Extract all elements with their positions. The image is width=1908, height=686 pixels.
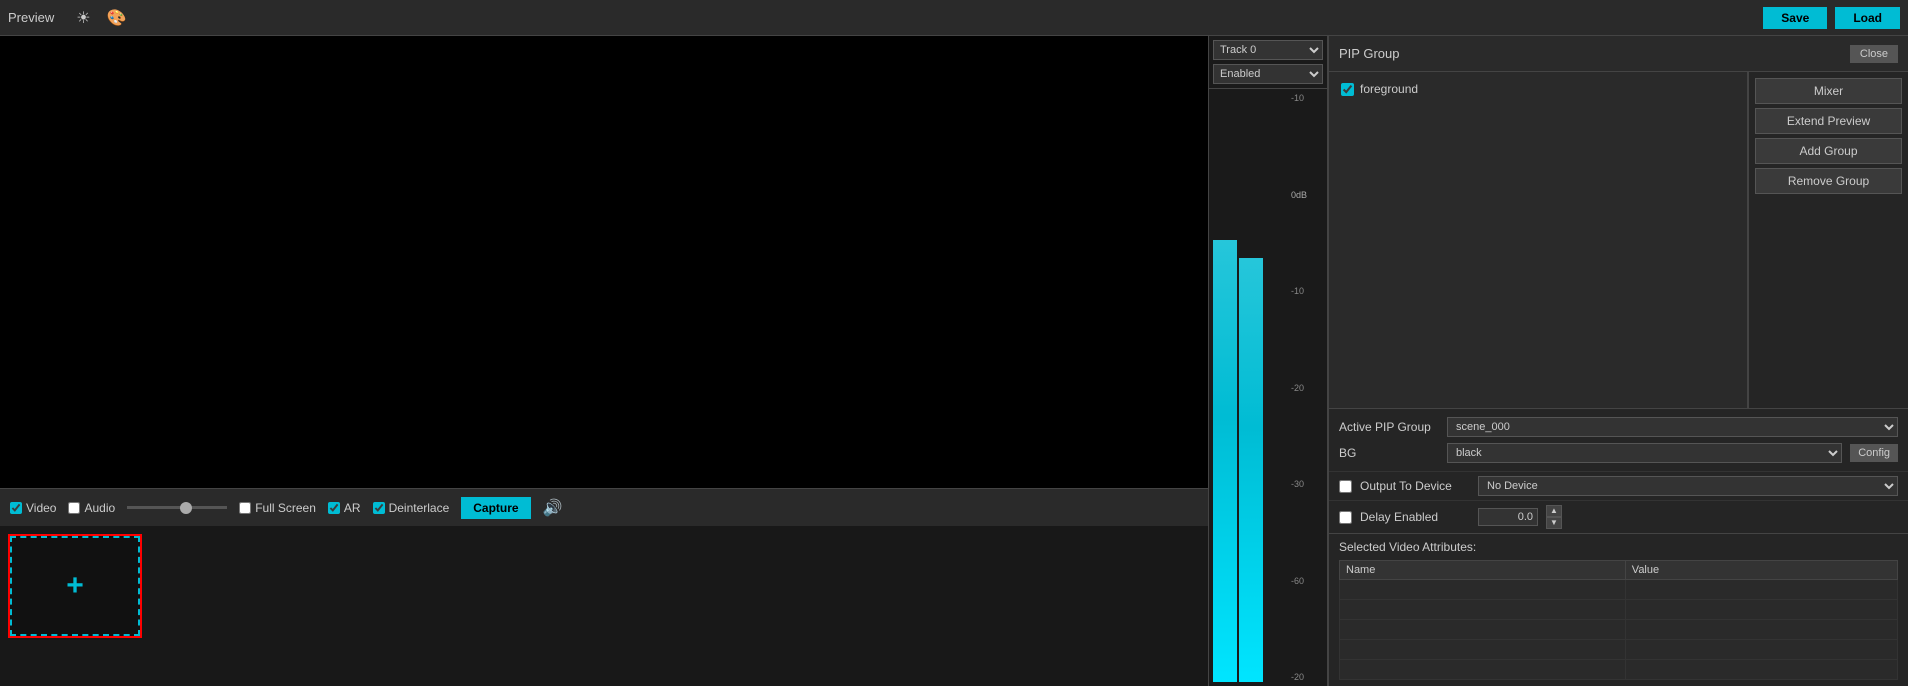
spin-down-button[interactable]: ▼	[1546, 517, 1562, 529]
volume-slider-container	[127, 506, 227, 509]
attr-name-cell	[1340, 660, 1626, 680]
capture-button[interactable]: Capture	[461, 497, 530, 519]
meter-bar-right	[1239, 258, 1263, 682]
ar-checkbox[interactable]	[328, 502, 340, 514]
value-col-header: Value	[1625, 561, 1897, 580]
device-select[interactable]: No Device	[1478, 476, 1898, 496]
thumbnail-area: +	[0, 526, 1208, 686]
pip-group-title: PIP Group	[1339, 46, 1842, 61]
attr-value-cell	[1625, 640, 1897, 660]
db-label-0: 0dB	[1291, 190, 1325, 200]
attr-title: Selected Video Attributes:	[1339, 540, 1898, 554]
audio-checkbox[interactable]	[68, 502, 80, 514]
bg-label: BG	[1339, 446, 1439, 460]
attr-name-cell	[1340, 640, 1626, 660]
fullscreen-label: Full Screen	[255, 501, 316, 515]
deinterlace-label: Deinterlace	[389, 501, 450, 515]
meter-bar-left	[1213, 240, 1237, 682]
attr-value-cell	[1625, 580, 1897, 600]
delay-label: Delay Enabled	[1360, 510, 1470, 524]
active-pip-select[interactable]: scene_000	[1447, 417, 1898, 437]
close-button[interactable]: Close	[1850, 45, 1898, 63]
attr-value-cell	[1625, 620, 1897, 640]
output-checkbox[interactable]	[1339, 480, 1352, 493]
attr-value-cell	[1625, 600, 1897, 620]
table-row	[1340, 660, 1898, 680]
db-label-minus20: -20	[1291, 383, 1325, 393]
enabled-select[interactable]: Enabled	[1213, 64, 1323, 84]
name-col-header: Name	[1340, 561, 1626, 580]
attributes-table: Name Value	[1339, 560, 1898, 680]
remove-group-button[interactable]: Remove Group	[1755, 168, 1902, 194]
pip-header: PIP Group Close	[1329, 36, 1908, 72]
pip-tree: foreground	[1329, 72, 1748, 408]
pip-settings: Active PIP Group scene_000 BG black Conf…	[1329, 408, 1908, 471]
foreground-checkbox[interactable]	[1341, 83, 1354, 96]
db-label-bottom: -20	[1291, 672, 1325, 682]
db-label-top: -10	[1291, 93, 1325, 103]
attr-name-cell	[1340, 600, 1626, 620]
bg-select[interactable]: black	[1447, 443, 1842, 463]
track-select[interactable]: Track 0	[1213, 40, 1323, 60]
audio-meter-area: -10 0dB -10 -20 -30 -60 -20	[1209, 89, 1327, 686]
video-label: Video	[26, 501, 56, 515]
video-preview	[0, 36, 1208, 488]
color-icon[interactable]: 🎨	[103, 6, 131, 30]
brightness-icon[interactable]: ☀	[72, 6, 94, 30]
video-checkbox[interactable]	[10, 502, 22, 514]
audio-label: Audio	[84, 501, 115, 515]
foreground-label: foreground	[1360, 82, 1418, 96]
delay-input[interactable]	[1478, 508, 1538, 526]
fullscreen-checkbox-label[interactable]: Full Screen	[239, 501, 316, 515]
ar-label: AR	[344, 501, 361, 515]
table-row	[1340, 600, 1898, 620]
volume-slider[interactable]	[127, 506, 227, 509]
audio-panel: Track 0 Enabled -10 0dB -10 -20 -30 -60 …	[1208, 36, 1328, 686]
db-label-minus60: -60	[1291, 576, 1325, 586]
top-bar: Preview ☀ 🎨 Save Load	[0, 0, 1908, 36]
plus-icon: +	[66, 569, 84, 603]
add-group-button[interactable]: Add Group	[1755, 138, 1902, 164]
pip-group-panel: PIP Group Close foreground Mixer Extend …	[1328, 36, 1908, 686]
attributes-section: Selected Video Attributes: Name Value	[1329, 533, 1908, 686]
attr-name-cell	[1340, 580, 1626, 600]
config-button[interactable]: Config	[1850, 444, 1898, 462]
table-row	[1340, 580, 1898, 600]
bg-row: BG black Config	[1339, 443, 1898, 463]
table-row	[1340, 640, 1898, 660]
spin-buttons: ▲ ▼	[1546, 505, 1562, 529]
pip-action-col: Mixer Extend Preview Add Group Remove Gr…	[1748, 72, 1908, 408]
deinterlace-checkbox-label[interactable]: Deinterlace	[373, 501, 450, 515]
delay-checkbox[interactable]	[1339, 511, 1352, 524]
spin-up-button[interactable]: ▲	[1546, 505, 1562, 517]
track-select-area: Track 0 Enabled	[1209, 36, 1327, 89]
fullscreen-checkbox[interactable]	[239, 502, 251, 514]
active-pip-label: Active PIP Group	[1339, 420, 1439, 434]
attr-name-cell	[1340, 620, 1626, 640]
app-title: Preview	[8, 10, 54, 25]
audio-checkbox-label[interactable]: Audio	[68, 501, 115, 515]
video-checkbox-label[interactable]: Video	[10, 501, 56, 515]
table-row	[1340, 620, 1898, 640]
extend-preview-button[interactable]: Extend Preview	[1755, 108, 1902, 134]
mixer-button[interactable]: Mixer	[1755, 78, 1902, 104]
pip-tree-item: foreground	[1337, 80, 1739, 98]
ar-checkbox-label[interactable]: AR	[328, 501, 361, 515]
attr-value-cell	[1625, 660, 1897, 680]
left-panel: Video Audio Full Screen AR Deinterlace C	[0, 36, 1208, 686]
active-pip-row: Active PIP Group scene_000	[1339, 417, 1898, 437]
db-label-minus10: -10	[1291, 286, 1325, 296]
output-row: Output To Device No Device	[1329, 471, 1908, 500]
pip-add-thumbnail[interactable]: +	[10, 536, 140, 636]
db-label-minus30: -30	[1291, 479, 1325, 489]
load-button[interactable]: Load	[1835, 7, 1900, 29]
speaker-icon: 🔊	[543, 498, 563, 518]
save-button[interactable]: Save	[1763, 7, 1827, 29]
main-content: Video Audio Full Screen AR Deinterlace C	[0, 36, 1908, 686]
output-label: Output To Device	[1360, 479, 1470, 493]
delay-row: Delay Enabled ▲ ▼	[1329, 500, 1908, 533]
deinterlace-checkbox[interactable]	[373, 502, 385, 514]
control-bar: Video Audio Full Screen AR Deinterlace C	[0, 488, 1208, 526]
pip-main-area: foreground Mixer Extend Preview Add Grou…	[1329, 72, 1908, 408]
